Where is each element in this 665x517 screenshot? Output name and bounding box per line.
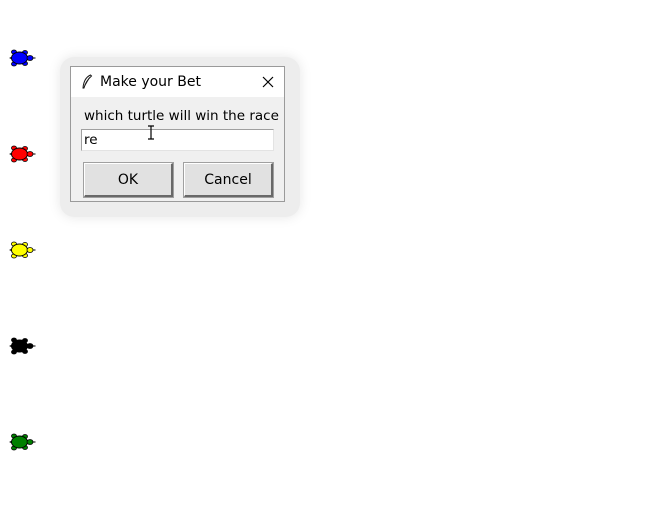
dialog-title: Make your Bet	[100, 74, 201, 90]
text-cursor-icon	[147, 125, 155, 140]
turtle-green-icon	[9, 432, 36, 452]
ok-button[interactable]: OK	[83, 162, 174, 198]
turtle-black-icon	[9, 336, 36, 356]
turtle-blue-icon	[9, 48, 36, 68]
bet-dialog: Make your Bet which turtle will win the …	[70, 66, 285, 202]
close-icon	[262, 73, 274, 92]
cancel-button[interactable]: Cancel	[183, 162, 274, 198]
turtle-red-icon	[9, 144, 36, 164]
bet-input[interactable]: re	[81, 129, 274, 151]
dialog-titlebar[interactable]: Make your Bet	[71, 67, 284, 97]
prompt-label: which turtle will win the race	[84, 108, 279, 124]
feather-icon	[81, 74, 93, 90]
turtle-canvas: Make your Bet which turtle will win the …	[0, 0, 665, 517]
turtle-yellow-icon	[9, 240, 36, 260]
close-button[interactable]	[252, 67, 284, 97]
